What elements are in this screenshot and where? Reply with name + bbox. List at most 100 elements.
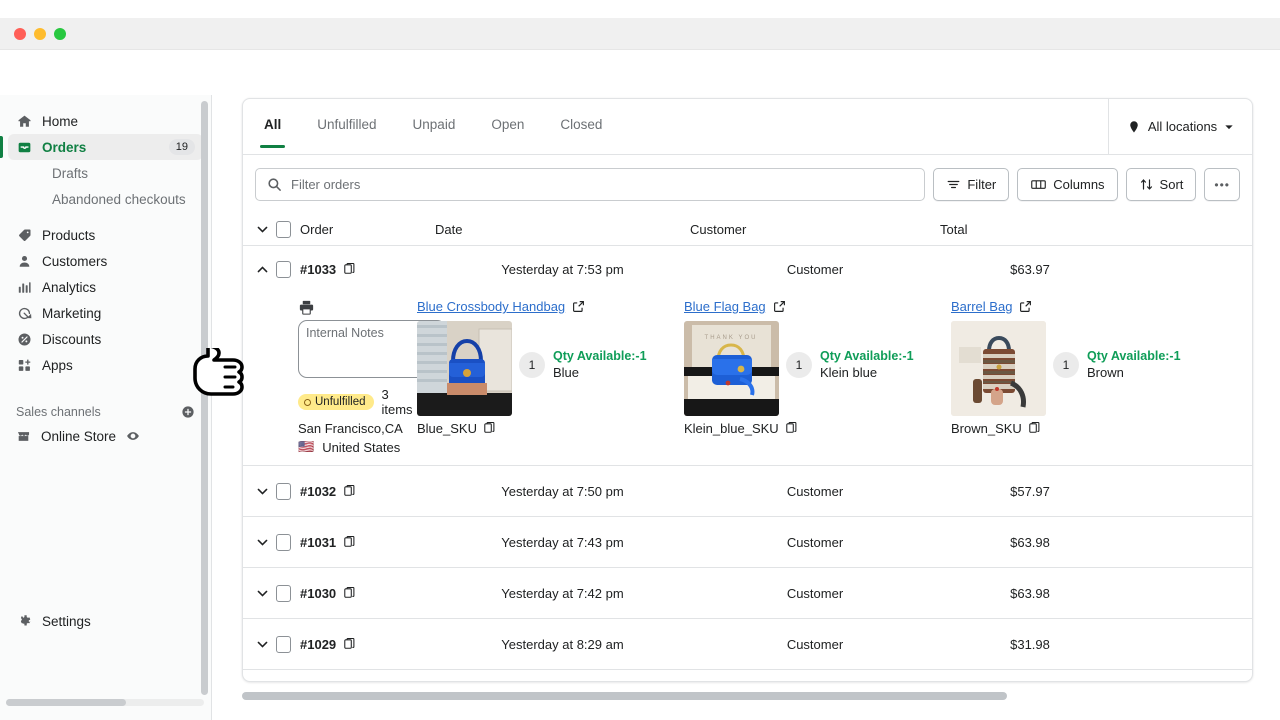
sidebar-item-online-store[interactable]: Online Store <box>8 423 203 449</box>
sidebar-item-abandoned-checkouts[interactable]: Abandoned checkouts <box>8 186 203 212</box>
collapse-row-chevron-up-icon[interactable] <box>254 263 271 276</box>
printer-icon[interactable] <box>298 299 417 316</box>
sort-button[interactable]: Sort <box>1125 168 1197 201</box>
svg-text:THANK YOU: THANK YOU <box>705 335 758 341</box>
tab-label: All <box>264 117 282 132</box>
line-item-stock-info: Qty Available:-1 Klein blue <box>820 349 914 380</box>
qty-available: Qty Available:-1 <box>553 349 647 363</box>
sidebar-item-discounts[interactable]: Discounts <box>8 326 203 352</box>
expand-all-chevron-down-icon[interactable] <box>254 223 271 236</box>
status-dot-icon <box>304 398 311 406</box>
sidebar-item-settings[interactable]: Settings <box>0 608 211 634</box>
line-item-blue-flag-bag: Blue Flag Bag THANK YOU 1 Qty Available:… <box>684 299 951 455</box>
tab-all[interactable]: All <box>259 117 286 148</box>
tab-unpaid[interactable]: Unpaid <box>413 117 456 148</box>
table-row[interactable]: #1030 Yesterday at 7:42 pm Customer $63.… <box>243 568 1252 619</box>
column-header-date[interactable]: Date <box>435 222 690 237</box>
table-row[interactable]: #1031 Yesterday at 7:43 pm Customer $63.… <box>243 517 1252 568</box>
sidebar-horizontal-scrollbar[interactable] <box>6 699 204 706</box>
sidebar-item-customers[interactable]: Customers <box>8 248 203 274</box>
qty-available: Qty Available:-1 <box>1087 349 1181 363</box>
orders-card: All Unfulfilled Unpaid Open Closed All l… <box>242 98 1253 682</box>
line-item-title-row[interactable]: Blue Crossbody Handbag <box>417 299 684 314</box>
sidebar-item-marketing[interactable]: Marketing <box>8 300 203 326</box>
sidebar-item-orders[interactable]: Orders 19 <box>0 134 203 160</box>
order-number: #1032 <box>300 483 337 499</box>
line-item-sku-row: Klein_blue_SKU <box>684 421 951 436</box>
copy-icon[interactable] <box>343 586 356 600</box>
product-link[interactable]: Blue Crossbody Handbag <box>417 299 565 314</box>
product-thumbnail[interactable] <box>951 321 1046 416</box>
external-link-icon[interactable] <box>572 300 585 313</box>
table-row[interactable]: #1028 Yesterday at 8:20 am Customer $16.… <box>243 670 1252 681</box>
sidebar-item-label: Apps <box>42 357 73 373</box>
column-header-total[interactable]: Total <box>940 222 1120 237</box>
filter-orders-input[interactable]: Filter orders <box>255 168 926 201</box>
sidebar-item-home[interactable]: Home <box>8 108 203 134</box>
window-zoom-button[interactable] <box>54 27 66 40</box>
column-header-customer[interactable]: Customer <box>690 222 940 237</box>
order-total-cell: $57.97 <box>1010 483 1050 499</box>
external-link-icon[interactable] <box>773 300 786 313</box>
row-checkbox[interactable] <box>276 584 291 602</box>
filter-button[interactable]: Filter <box>933 168 1010 201</box>
person-icon <box>16 253 32 269</box>
row-checkbox[interactable] <box>276 260 291 278</box>
window-minimize-button[interactable] <box>34 27 46 40</box>
window-close-button[interactable] <box>14 27 26 40</box>
external-link-icon[interactable] <box>1019 300 1032 313</box>
line-item-title-row[interactable]: Barrel Bag <box>951 299 1218 314</box>
table-row[interactable]: #1032 Yesterday at 7:50 pm Customer $57.… <box>243 466 1252 517</box>
row-checkbox[interactable] <box>276 533 291 551</box>
copy-icon[interactable] <box>1028 422 1041 435</box>
order-number-cell[interactable]: #1032 <box>300 484 435 499</box>
line-item-variant: Blue <box>553 365 580 380</box>
tab-unfulfilled[interactable]: Unfulfilled <box>317 117 376 148</box>
orders-horizontal-scrollbar[interactable] <box>242 692 1007 700</box>
order-number-cell[interactable]: #1029 <box>300 637 435 652</box>
columns-button[interactable]: Columns <box>1017 168 1118 201</box>
row-checkbox[interactable] <box>276 482 291 500</box>
line-item-title-row[interactable]: Blue Flag Bag <box>684 299 951 314</box>
copy-icon[interactable] <box>343 484 356 498</box>
product-link[interactable]: Barrel Bag <box>951 299 1012 314</box>
expand-row-chevron-down-icon[interactable] <box>254 536 271 549</box>
line-item-stock-info: Qty Available:-1 Brown <box>1087 349 1181 380</box>
location-selector[interactable]: All locations <box>1108 99 1252 154</box>
order-detail-panel: Internal Notes Unfulfilled 3 items San F… <box>243 292 1252 466</box>
order-number-cell[interactable]: #1030 <box>300 586 435 601</box>
expand-row-chevron-down-icon[interactable] <box>254 587 271 600</box>
copy-icon[interactable] <box>483 422 496 435</box>
sidebar-item-products[interactable]: Products <box>8 222 203 248</box>
copy-icon[interactable] <box>343 262 356 276</box>
order-date-cell: Yesterday at 7:53 pm <box>501 261 624 277</box>
settings-row[interactable]: Settings <box>8 608 203 634</box>
product-thumbnail[interactable]: THANK YOU <box>684 321 779 416</box>
copy-icon[interactable] <box>343 535 356 549</box>
column-header-order[interactable]: Order <box>300 222 435 237</box>
sidebar-item-analytics[interactable]: Analytics <box>8 274 203 300</box>
row-checkbox[interactable] <box>276 635 291 653</box>
tab-open[interactable]: Open <box>491 117 524 148</box>
expand-row-chevron-down-icon[interactable] <box>254 638 271 651</box>
table-row[interactable]: #1033 Yesterday at 7:53 pm Customer $63.… <box>243 246 1252 292</box>
eye-icon[interactable] <box>126 429 140 443</box>
copy-icon[interactable] <box>785 422 798 435</box>
sidebar-item-apps[interactable]: Apps <box>8 352 203 378</box>
sidebar-item-drafts[interactable]: Drafts <box>8 160 203 186</box>
table-row[interactable]: #1029 Yesterday at 8:29 am Customer $31.… <box>243 619 1252 670</box>
sidebar-item-label: Customers <box>42 253 108 269</box>
tab-closed[interactable]: Closed <box>560 117 602 148</box>
select-all-checkbox[interactable] <box>276 220 291 238</box>
more-actions-button[interactable]: ••• <box>1204 168 1240 201</box>
plus-circle-icon[interactable] <box>181 405 195 419</box>
product-thumbnail[interactable] <box>417 321 512 416</box>
line-item-sku-row: Brown_SKU <box>951 421 1218 436</box>
order-number-cell[interactable]: #1031 <box>300 535 435 550</box>
expand-row-chevron-down-icon[interactable] <box>254 485 271 498</box>
order-number-cell[interactable]: #1033 <box>300 262 435 277</box>
copy-icon[interactable] <box>343 637 356 651</box>
order-customer-cell: Customer <box>786 636 844 652</box>
status-badge-label: Unfulfilled <box>315 396 366 408</box>
product-link[interactable]: Blue Flag Bag <box>684 299 766 314</box>
